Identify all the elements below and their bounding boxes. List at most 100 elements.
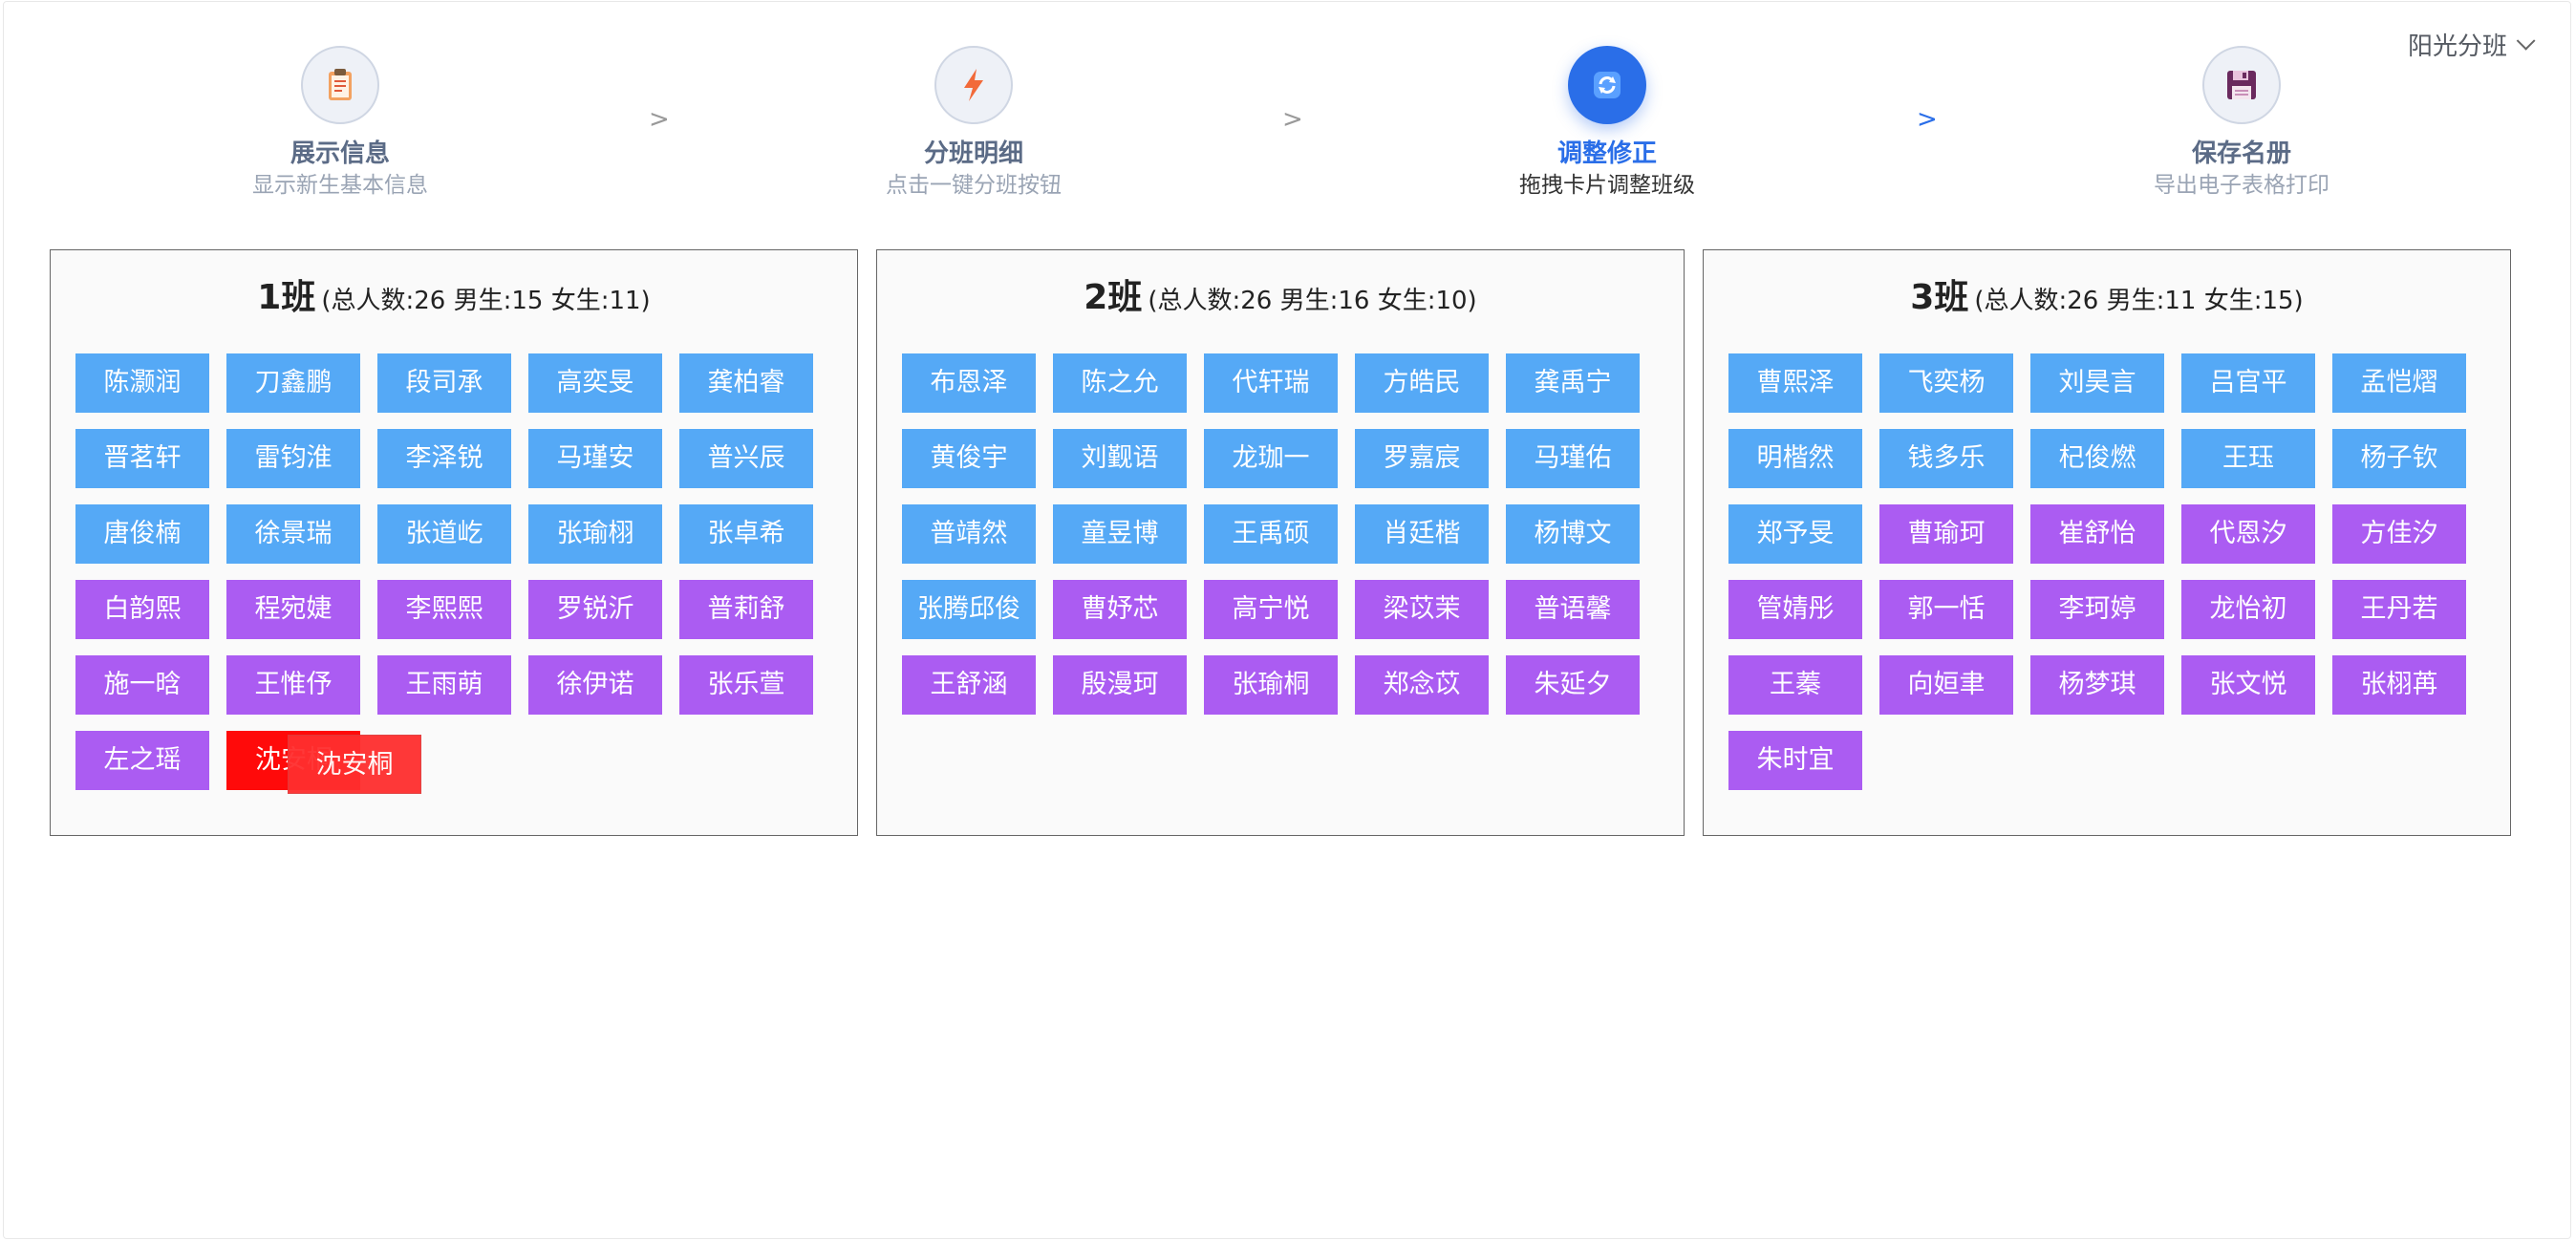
step-desc: 显示新生基本信息	[252, 173, 428, 198]
step-show-info[interactable]: 展示信息 显示新生基本信息	[149, 46, 531, 201]
student-card[interactable]: 陈之允	[1053, 353, 1187, 413]
student-card[interactable]: 徐伊诺	[528, 655, 662, 715]
student-card[interactable]: 王惟伃	[226, 655, 360, 715]
student-card[interactable]: 雷钧淮	[226, 429, 360, 488]
student-card[interactable]: 张卓希	[679, 504, 813, 564]
student-card[interactable]: 普靖然	[902, 504, 1036, 564]
student-card[interactable]: 杨子钦	[2332, 429, 2466, 488]
student-card[interactable]: 马瑾佑	[1506, 429, 1640, 488]
student-card[interactable]: 童昱博	[1053, 504, 1187, 564]
student-card[interactable]: 向姮聿	[1879, 655, 2013, 715]
student-card[interactable]: 马瑾安	[528, 429, 662, 488]
student-card[interactable]: 孟恺熠	[2332, 353, 2466, 413]
student-card[interactable]: 张栩苒	[2332, 655, 2466, 715]
student-card[interactable]: 朱时宜	[1728, 731, 1862, 790]
step-icon-circle	[301, 46, 379, 124]
student-card[interactable]: 曹瑜珂	[1879, 504, 2013, 564]
student-card[interactable]: 郭一恬	[1879, 580, 2013, 639]
class-name: 1班	[257, 278, 316, 317]
student-card[interactable]: 代恩汐	[2181, 504, 2315, 564]
student-card[interactable]: 郑念苡	[1355, 655, 1489, 715]
student-card[interactable]: 方佳汐	[2332, 504, 2466, 564]
student-card[interactable]: 曹熙泽	[1728, 353, 1862, 413]
student-card[interactable]: 杨梦琪	[2030, 655, 2164, 715]
student-card[interactable]: 施一晗	[75, 655, 209, 715]
student-card[interactable]: 李泽锐	[377, 429, 511, 488]
student-card[interactable]: 曹妤芯	[1053, 580, 1187, 639]
step-class-detail[interactable]: 分班明细 点击一键分班按钮	[783, 46, 1165, 201]
student-card[interactable]: 布恩泽	[902, 353, 1036, 413]
class-panel-3[interactable]: 3班 (总人数:26 男生:11 女生:15) 曹熙泽 飞奕杨 刘昊言 吕官平 孟恺熠明楷…	[1703, 249, 2511, 836]
student-card[interactable]: 王珏	[2181, 429, 2315, 488]
chevron-down-icon	[2516, 31, 2536, 51]
student-card[interactable]: 白韵熙	[75, 580, 209, 639]
student-card[interactable]: 段司承	[377, 353, 511, 413]
student-card[interactable]: 杞俊燃	[2030, 429, 2164, 488]
student-card[interactable]: 代轩瑞	[1204, 353, 1338, 413]
refresh-icon	[1594, 72, 1621, 98]
app-window: 阳光分班 展示信息 显示新生基本信息 > 分班明细 点击一键分班按钮 > 调整修…	[3, 1, 2571, 1239]
student-card[interactable]: 黄俊宇	[902, 429, 1036, 488]
student-card[interactable]: 崔舒怡	[2030, 504, 2164, 564]
student-card[interactable]: 高宁悦	[1204, 580, 1338, 639]
clipboard-icon	[329, 69, 352, 100]
student-card[interactable]: 钱多乐	[1879, 429, 2013, 488]
student-card[interactable]: 方皓民	[1355, 353, 1489, 413]
student-card[interactable]: 王舒涵	[902, 655, 1036, 715]
student-card[interactable]: 郑予旻	[1728, 504, 1862, 564]
student-card[interactable]: 飞奕杨	[1879, 353, 2013, 413]
student-card[interactable]: 龙怡初	[2181, 580, 2315, 639]
student-card[interactable]: 普语馨	[1506, 580, 1640, 639]
student-card[interactable]: 程宛婕	[226, 580, 360, 639]
student-card[interactable]: 龚禹宁	[1506, 353, 1640, 413]
dragging-student-card[interactable]: 沈安桐	[288, 735, 421, 794]
class-header: 1班 (总人数:26 男生:15 女生:11)	[51, 269, 857, 319]
student-card[interactable]: 龙珈一	[1204, 429, 1338, 488]
student-card[interactable]: 殷漫珂	[1053, 655, 1187, 715]
class-panel-1[interactable]: 1班 (总人数:26 男生:15 女生:11) 陈灏润 刀鑫鹏 段司承 高奕旻 龚柏睿晋茗…	[50, 249, 858, 836]
student-card[interactable]: 刘觐语	[1053, 429, 1187, 488]
student-card[interactable]: 管婧彤	[1728, 580, 1862, 639]
student-card[interactable]: 普兴辰	[679, 429, 813, 488]
student-card[interactable]: 王丹若	[2332, 580, 2466, 639]
class-header: 3班 (总人数:26 男生:11 女生:15)	[1704, 269, 2510, 319]
student-card[interactable]: 王禹硕	[1204, 504, 1338, 564]
student-card[interactable]: 普莉舒	[679, 580, 813, 639]
step-separator: >	[1282, 105, 1303, 134]
student-card[interactable]: 张道屹	[377, 504, 511, 564]
student-card[interactable]: 王蓁	[1728, 655, 1862, 715]
step-separator: >	[1917, 105, 1938, 134]
student-card[interactable]: 晋茗轩	[75, 429, 209, 488]
student-card[interactable]: 刀鑫鹏	[226, 353, 360, 413]
student-card[interactable]: 张文悦	[2181, 655, 2315, 715]
student-card[interactable]: 梁苡茉	[1355, 580, 1489, 639]
student-card[interactable]: 肖廷楷	[1355, 504, 1489, 564]
class-panel-2[interactable]: 2班 (总人数:26 男生:16 女生:10) 布恩泽 陈之允 代轩瑞 方皓民 龚禹宁黄俊…	[876, 249, 1685, 836]
student-card[interactable]: 李熙熙	[377, 580, 511, 639]
student-card[interactable]: 杨博文	[1506, 504, 1640, 564]
student-card[interactable]: 龚柏睿	[679, 353, 813, 413]
class-name: 2班	[1084, 278, 1143, 317]
student-card[interactable]: 左之瑶	[75, 731, 209, 790]
student-card[interactable]: 张乐萱	[679, 655, 813, 715]
step-desc: 导出电子表格打印	[2154, 173, 2329, 198]
student-card[interactable]: 明楷然	[1728, 429, 1862, 488]
step-title: 分班明细	[923, 139, 1023, 168]
student-card[interactable]: 李珂婷	[2030, 580, 2164, 639]
student-card[interactable]: 刘昊言	[2030, 353, 2164, 413]
student-card[interactable]: 王雨萌	[377, 655, 511, 715]
step-adjust[interactable]: 调整修正 拖拽卡片调整班级	[1416, 46, 1798, 201]
student-card[interactable]: 朱延夕	[1506, 655, 1640, 715]
student-card[interactable]: 张瑜栩	[528, 504, 662, 564]
student-card[interactable]: 唐俊楠	[75, 504, 209, 564]
student-card[interactable]: 吕官平	[2181, 353, 2315, 413]
student-card[interactable]: 罗锐沂	[528, 580, 662, 639]
class-stats: (总人数:26 男生:16 女生:10)	[1148, 287, 1477, 315]
student-card[interactable]: 罗嘉宸	[1355, 429, 1489, 488]
student-card[interactable]: 陈灏润	[75, 353, 209, 413]
step-save-roster[interactable]: 保存名册 导出电子表格打印	[2050, 46, 2433, 201]
student-card[interactable]: 张瑜桐	[1204, 655, 1338, 715]
student-card[interactable]: 徐景瑞	[226, 504, 360, 564]
student-card[interactable]: 张腾邱俊	[902, 580, 1036, 639]
student-card[interactable]: 高奕旻	[528, 353, 662, 413]
